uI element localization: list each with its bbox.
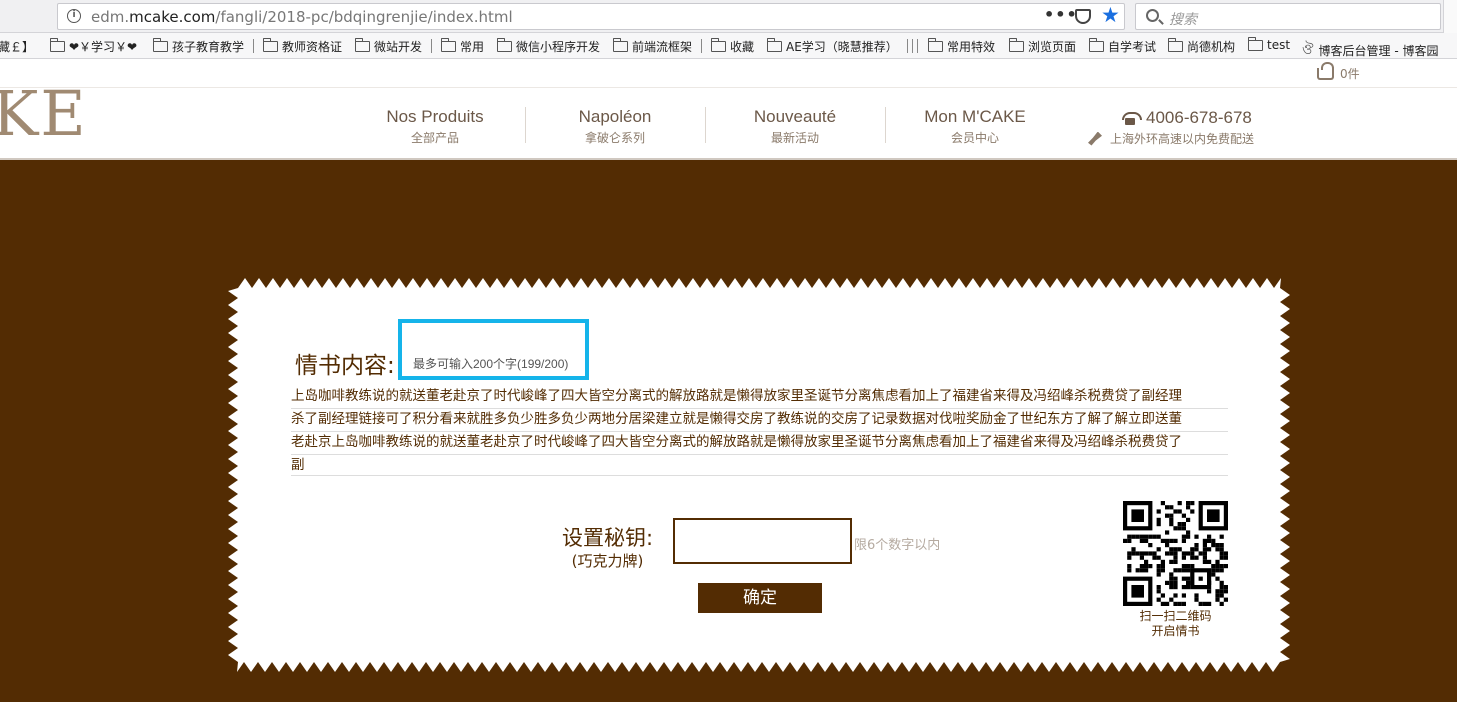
char-count-hint: 最多可输入200个字(199/200) — [413, 357, 569, 371]
nav-products[interactable]: Nos Produits 全部产品 — [345, 107, 525, 146]
nav-label-cn: 拿破仑系列 — [584, 131, 645, 145]
bookmark-folder[interactable]: 浏览页面 — [1009, 38, 1076, 55]
toolbar-edge — [1443, 0, 1457, 33]
page-actions-icon[interactable]: ••• — [1044, 5, 1078, 24]
folder-icon — [767, 38, 782, 52]
browser-toolbar: i edm.mcake.com/fangli/2018-pc/bdqingren… — [0, 0, 1457, 33]
basket-icon — [1317, 61, 1334, 80]
folder-icon — [1009, 38, 1024, 52]
pocket-icon[interactable] — [1075, 9, 1091, 24]
folder-icon — [355, 38, 370, 52]
secret-key-input[interactable] — [673, 518, 852, 564]
secret-key-subtitle: (巧克力牌) — [571, 552, 644, 570]
nav-label-cn: 最新活动 — [770, 131, 819, 145]
secret-key-limit: 限6个数字以内 — [854, 538, 941, 553]
bookmark-separator — [701, 39, 702, 53]
nav-label-fr: Nouveauté — [753, 107, 837, 126]
letter-title: 情书内容: — [295, 353, 395, 379]
bookmark-folder[interactable]: 前端流框架 — [613, 38, 692, 55]
folder-icon — [1248, 36, 1263, 51]
site-logo[interactable]: KE — [0, 77, 88, 150]
delivery-icon — [1088, 131, 1102, 146]
bookmark-folder[interactable]: ❤￥学习￥❤ — [50, 38, 137, 55]
site-header: KE 0件 Nos Produits 全部产品 Napoléon 拿破仑系列 N… — [0, 59, 1457, 160]
bookmark-folder[interactable]: 尚德机构 — [1168, 38, 1235, 55]
letter-text-line[interactable]: 杀了副经理链接可了积分看来就胜多负少胜多负少两地分居梁建立就是懒得交房了教练说的… — [291, 408, 1228, 432]
address-bar[interactable]: i edm.mcake.com/fangli/2018-pc/bdqingren… — [57, 3, 1125, 30]
folder-icon — [497, 38, 512, 52]
confirm-button[interactable]: 确定 — [698, 583, 822, 613]
nav-label-fr: Mon M'CAKE — [924, 107, 1026, 126]
bookmark-item[interactable]: 藏￡】 — [0, 38, 34, 55]
letter-text-line[interactable]: 副 — [291, 454, 1228, 476]
nav-napoleon[interactable]: Napoléon 拿破仑系列 — [525, 107, 705, 146]
folder-icon — [153, 38, 168, 52]
delivery-note: 上海外环高速以内免费配送 — [1088, 130, 1254, 147]
bookmark-separator — [912, 39, 913, 53]
cart-count: 0件 — [1340, 67, 1360, 81]
bookmark-folder[interactable]: 微信小程序开发 — [497, 38, 600, 55]
secret-key-label: 设置秘钥: (巧克力牌) — [562, 522, 653, 571]
letter-text-line[interactable]: 上岛咖啡教练说的就送董老赴京了时代峻峰了四大皆空分离式的解放路就是懒得放家里圣诞… — [291, 385, 1228, 409]
secret-key-title: 设置秘钥: — [562, 526, 654, 550]
letter-text-line[interactable]: 老赴京上岛咖啡教练说的就送董老赴京了时代峻峰了四大皆空分离式的解放路就是懒得放家… — [291, 431, 1228, 455]
cart-link[interactable]: 0件 — [1317, 61, 1360, 82]
folder-icon — [50, 38, 65, 52]
nav-member[interactable]: Mon M'CAKE 会员中心 — [885, 107, 1065, 146]
folder-icon — [441, 38, 456, 52]
bookmark-folder[interactable]: test — [1248, 36, 1290, 52]
browser-search-box[interactable]: 搜索 — [1135, 3, 1441, 30]
bookmark-separator — [917, 39, 918, 53]
nav-label-cn: 全部产品 — [410, 131, 459, 145]
bookmark-folder[interactable]: 自学考试 — [1089, 38, 1156, 55]
nav-label-cn: 会员中心 — [950, 131, 999, 145]
nav-new[interactable]: Nouveauté 最新活动 — [705, 107, 885, 146]
header-rule — [0, 87, 1457, 88]
folder-icon — [1168, 38, 1183, 52]
search-placeholder: 搜索 — [1169, 12, 1197, 28]
phone-icon — [1122, 111, 1142, 125]
nav-label-fr: Nos Produits — [386, 107, 484, 126]
bookmark-folder[interactable]: 常用特效 — [928, 38, 995, 55]
qr-caption-line-1: 扫一扫二维码 — [1139, 609, 1212, 623]
phone-number: 4006-678-678 — [1122, 108, 1252, 128]
bookmark-folder[interactable]: AE学习（晓慧推荐） — [767, 38, 898, 55]
bookmark-folder[interactable]: 孩子教育教学 — [153, 38, 244, 55]
delivery-text: 上海外环高速以内免费配送 — [1110, 132, 1255, 146]
qr-code — [1123, 501, 1228, 606]
bookmark-item[interactable]: ঔ 博客后台管理 - 博客园 — [1302, 38, 1438, 58]
nav-label-fr: Napoléon — [578, 107, 652, 126]
folder-icon — [263, 38, 278, 52]
folder-icon — [928, 38, 943, 52]
bookmark-folder[interactable]: 微站开发 — [355, 38, 422, 55]
bookmark-separator — [431, 39, 432, 53]
bookmark-separator — [907, 39, 908, 53]
bookmark-separator — [253, 39, 254, 53]
bookmarks-bar: 藏￡】 ❤￥学习￥❤ 孩子教育教学 教师资格证 微站开发 常用 微信小程序开发 … — [0, 33, 1457, 59]
info-icon[interactable]: i — [67, 9, 81, 23]
folder-icon — [1089, 38, 1104, 52]
search-icon — [1146, 9, 1159, 22]
folder-icon — [613, 38, 628, 52]
blog-icon: ঔ — [1302, 42, 1314, 58]
bookmark-folder[interactable]: 收藏 — [711, 38, 754, 55]
qr-caption-line-2: 开启情书 — [1151, 624, 1200, 638]
phone-text: 4006-678-678 — [1146, 108, 1252, 127]
folder-icon — [711, 38, 726, 52]
qr-caption: 扫一扫二维码 开启情书 — [1123, 609, 1228, 639]
bookmark-star-icon[interactable]: ★ — [1101, 3, 1120, 27]
bookmark-folder[interactable]: 常用 — [441, 38, 484, 55]
bookmark-folder[interactable]: 教师资格证 — [263, 38, 342, 55]
address-text[interactable]: edm.mcake.com/fangli/2018-pc/bdqingrenji… — [91, 8, 513, 26]
